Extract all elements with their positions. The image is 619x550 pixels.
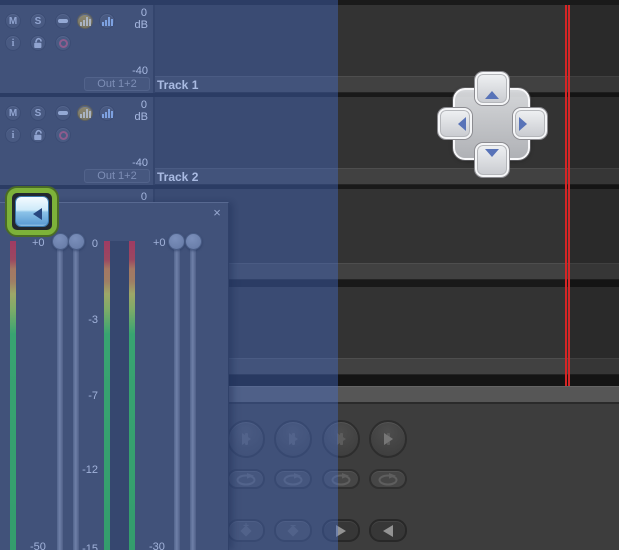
loop-button-2[interactable] (274, 469, 312, 489)
scale-label: -3 (72, 314, 98, 326)
loop-button-3[interactable] (322, 469, 360, 489)
nav-down-button[interactable] (475, 143, 509, 177)
fader-rail[interactable] (174, 241, 180, 550)
record-icon (59, 39, 68, 48)
loop-button-1[interactable] (227, 469, 265, 489)
bar-icon (340, 433, 343, 445)
play-skip-section-button[interactable] (369, 420, 407, 458)
output-selector[interactable]: Out 1+2 (84, 77, 150, 91)
solo-button[interactable]: S (30, 13, 46, 29)
fader-knob[interactable] (185, 233, 202, 250)
level-meter-left (10, 241, 16, 550)
mixer-panel: × +0 +0 0 -3 -7 -12 -15 -50 -30 (0, 202, 229, 550)
scale-label: -12 (72, 464, 98, 476)
lock-open-icon (32, 37, 44, 49)
remove-marker-button[interactable]: − (274, 519, 312, 542)
meter-top-label: 0 (141, 191, 147, 202)
previous-marker-button[interactable] (369, 519, 407, 542)
daw-window: Track 1 Track 2 + − (0, 0, 619, 550)
nav-up-button[interactable] (475, 72, 509, 105)
highlighted-collapse-button[interactable] (15, 196, 49, 227)
nav-right-button[interactable] (513, 108, 547, 139)
levels-icon (102, 108, 113, 118)
navigation-dpad (436, 64, 548, 178)
levels-icon (80, 108, 91, 118)
levels-button-active[interactable] (77, 13, 93, 29)
collapse-track-button[interactable] (55, 105, 71, 121)
left-arrow-icon (383, 525, 393, 537)
down-arrow-icon (485, 149, 499, 157)
beyond-playhead-region (570, 5, 619, 375)
loop-icon (234, 473, 258, 486)
highlight-ring (7, 188, 57, 235)
lock-button[interactable] (30, 127, 46, 143)
solo-button[interactable]: S (30, 105, 46, 121)
track-header-1: M S i 0 dB -40 Out 1+2 (0, 5, 155, 93)
close-icon[interactable]: × (210, 206, 224, 220)
track-name-label[interactable]: Track 2 (157, 170, 198, 184)
minus-icon: − (290, 523, 296, 531)
loop-icon (376, 473, 400, 486)
level-meter-mid-right (129, 241, 135, 550)
fader-knob[interactable] (168, 233, 185, 250)
play-icon (384, 433, 393, 445)
plus-icon: + (243, 523, 249, 531)
gain-label-right: +0 (153, 237, 166, 249)
meter-unit-label: dB (135, 19, 148, 31)
meter-unit-label: dB (135, 111, 148, 123)
fader-rail[interactable] (190, 241, 196, 550)
loop-icon (281, 473, 305, 486)
levels-button-active[interactable] (77, 105, 93, 121)
bar-icon (245, 433, 248, 445)
play-between-markers-button[interactable] (322, 420, 360, 458)
track-name-label[interactable]: Track 1 (157, 78, 198, 92)
play-from-marker-button[interactable] (274, 420, 312, 458)
lock-open-icon (32, 129, 44, 141)
left-arrow-icon (458, 117, 466, 131)
nav-left-button[interactable] (438, 108, 472, 139)
playhead-line[interactable] (565, 5, 571, 386)
levels-icon (80, 16, 91, 26)
record-icon (59, 131, 68, 140)
mute-button[interactable]: M (5, 13, 21, 29)
levels-button[interactable] (99, 105, 115, 121)
right-arrow-icon (336, 525, 346, 537)
lock-button[interactable] (30, 35, 46, 51)
meter-top-label: 0 (141, 7, 147, 19)
collapse-track-button[interactable] (55, 13, 71, 29)
record-arm-button[interactable] (55, 35, 71, 51)
fader-scale-label: -50 (30, 541, 46, 550)
gain-label-left: +0 (32, 237, 45, 249)
play-icon (289, 433, 298, 445)
play-until-marker-button[interactable] (227, 420, 265, 458)
level-meter-mid-left (104, 241, 110, 550)
dash-icon (58, 19, 68, 23)
levels-button[interactable] (99, 13, 115, 29)
track-header-2: M S i 0 dB -40 Out 1+2 (0, 97, 155, 185)
scale-label: -7 (72, 390, 98, 402)
fader-rail[interactable] (57, 241, 63, 550)
meter-bottom-label: -40 (132, 157, 148, 169)
mute-button[interactable]: M (5, 105, 21, 121)
add-marker-button[interactable]: + (227, 519, 265, 542)
scale-label: 0 (72, 238, 98, 250)
loop-button-4[interactable] (369, 469, 407, 489)
dash-icon (58, 111, 68, 115)
loop-icon (329, 473, 353, 486)
info-button[interactable]: i (5, 127, 21, 143)
meter-well (110, 241, 129, 550)
fader-knob[interactable] (52, 233, 69, 250)
levels-icon (102, 16, 113, 26)
left-arrow-icon (33, 208, 42, 220)
info-button[interactable]: i (5, 35, 21, 51)
meter-bottom-label: -40 (132, 65, 148, 77)
record-arm-button[interactable] (55, 127, 71, 143)
next-marker-button[interactable] (322, 519, 360, 542)
meter-top-label: 0 (141, 99, 147, 111)
up-arrow-icon (485, 91, 499, 99)
output-selector[interactable]: Out 1+2 (84, 169, 150, 183)
fader-scale-label: -30 (149, 541, 165, 550)
right-arrow-icon (519, 117, 527, 131)
scale-label: -15 (72, 543, 98, 550)
